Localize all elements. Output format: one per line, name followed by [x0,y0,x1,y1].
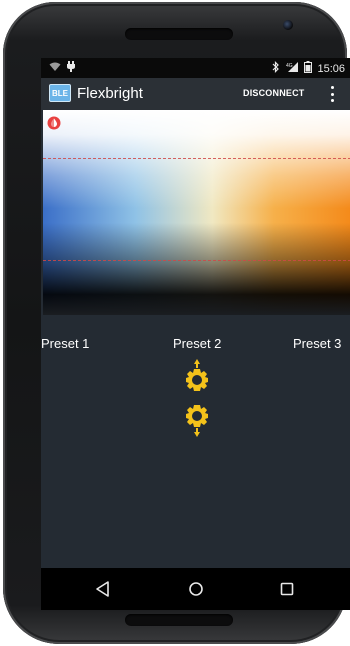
preset-3-button[interactable]: Preset 3 [293,336,341,351]
lower-limit-line[interactable] [43,260,350,261]
color-temperature-picker[interactable] [43,110,350,315]
notification-icon [67,61,75,75]
preset-2-button[interactable]: Preset 2 [173,336,221,351]
app-title: Flexbright [77,85,143,102]
battery-icon [304,61,313,76]
signal-4g-icon: 4G [285,61,299,76]
preset-row: Preset 1 Preset 2 Preset 3 [41,336,350,356]
phone-frame: 4G 15:06 BLE Flexbright DISCONNECT Prese… [3,2,350,644]
more-vert-icon[interactable] [331,86,335,102]
back-icon[interactable] [93,579,113,599]
navigation-bar [41,568,350,610]
front-camera [283,20,293,30]
action-bar: BLE Flexbright DISCONNECT [41,78,350,110]
disconnect-button[interactable]: DISCONNECT [243,88,305,98]
bluetooth-icon [272,61,280,76]
earpiece-speaker [125,28,233,40]
status-bar: 4G 15:06 [41,58,350,78]
bottom-speaker [125,614,233,626]
color-drop-icon[interactable] [47,116,61,130]
wifi-icon [49,62,61,75]
status-time: 15:06 [317,62,345,75]
home-icon[interactable] [186,579,206,599]
brightness-down-icon[interactable] [182,403,212,437]
brightness-up-icon[interactable] [182,359,212,393]
preset-1-button[interactable]: Preset 1 [41,336,89,351]
app-icon[interactable]: BLE [49,84,71,102]
phone-screen: 4G 15:06 BLE Flexbright DISCONNECT Prese… [41,58,350,610]
upper-limit-line[interactable] [43,158,350,159]
recents-icon[interactable] [277,579,297,599]
network-label: 4G [286,63,293,69]
